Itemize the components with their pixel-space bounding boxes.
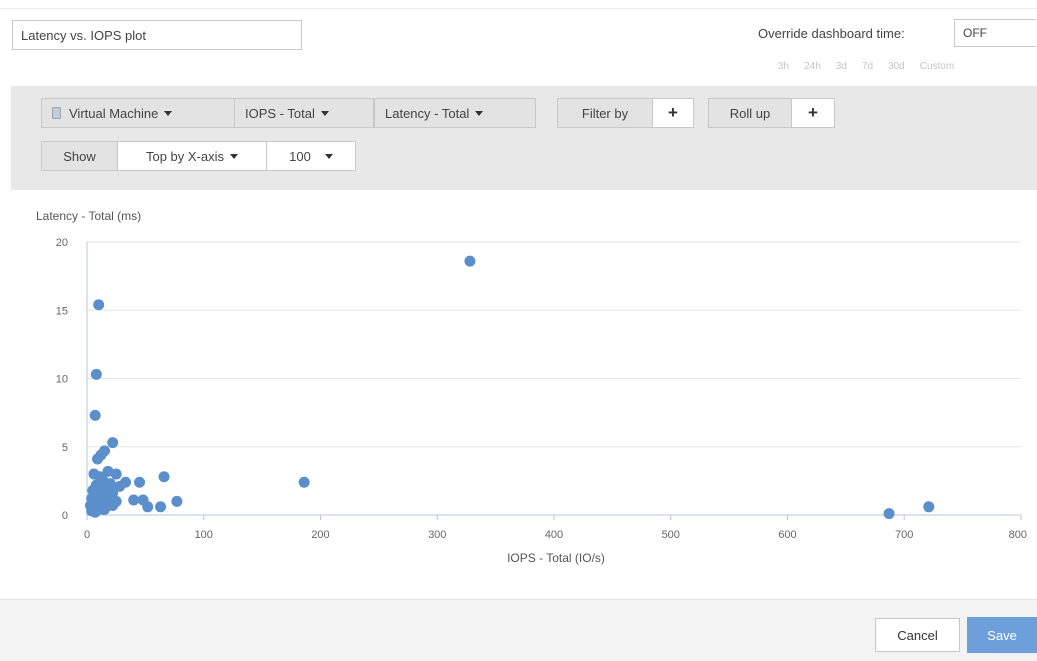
scatter-chart: Latency - Total (ms) 051015200 100 200 300 4… <box>36 209 1027 565</box>
data-point[interactable] <box>92 453 104 465</box>
y-tick-label: 10 <box>56 374 68 386</box>
override-time-toggle[interactable]: OFF <box>954 19 1036 47</box>
x-axis-title: IOPS - Total (IO/s) <box>507 551 605 565</box>
object-type-dropdown[interactable]: Virtual Machine <box>41 98 235 128</box>
x-metric-dropdown[interactable]: IOPS - Total <box>234 98 374 128</box>
time-range-3h[interactable]: 3h <box>778 61 789 72</box>
x-metric-label: IOPS - Total <box>245 105 315 121</box>
sort-mode-dropdown[interactable]: Top by X-axis <box>117 141 267 171</box>
x-tick-label: 200 <box>311 529 329 541</box>
show-label: Show <box>63 148 96 164</box>
roll-up-label: Roll up <box>729 105 771 121</box>
x-tick-label: 100 <box>195 529 213 541</box>
top-divider <box>0 8 1037 9</box>
y-tick-label: 5 <box>62 442 68 454</box>
y-metric-dropdown[interactable]: Latency - Total <box>374 98 536 128</box>
plus-icon: + <box>668 103 678 122</box>
time-range-7d[interactable]: 7d <box>862 61 873 72</box>
data-point[interactable] <box>298 476 310 488</box>
x-tick-label: 700 <box>895 529 913 541</box>
x-tick-label: 300 <box>428 529 446 541</box>
data-point[interactable] <box>158 471 170 483</box>
y-tick-label: 20 <box>56 237 68 249</box>
data-point[interactable] <box>110 468 122 480</box>
y-tick-label: 15 <box>56 305 68 317</box>
cancel-button[interactable]: Cancel <box>875 618 960 652</box>
virtual-machine-icon <box>52 107 61 119</box>
x-tick-label: 500 <box>662 529 680 541</box>
data-point[interactable] <box>134 476 146 488</box>
x-tick-label: 0 <box>84 529 90 541</box>
roll-up-button[interactable]: Roll up <box>708 98 792 128</box>
chart-axes: 051015200 100 200 300 400 500 600 700 800 <box>56 237 1027 541</box>
data-point[interactable] <box>142 501 154 513</box>
filter-by-label: Filter by <box>581 105 629 121</box>
plus-icon: + <box>808 103 818 122</box>
data-point[interactable] <box>107 437 119 449</box>
x-tick-label: 800 <box>1009 529 1027 541</box>
data-point[interactable] <box>90 368 102 380</box>
data-point[interactable] <box>89 409 101 421</box>
chevron-down-icon <box>164 110 173 116</box>
result-count-dropdown[interactable]: 100 <box>266 141 356 171</box>
sort-mode-label: Top by X-axis <box>145 148 225 164</box>
time-range-custom[interactable]: Custom <box>920 61 954 72</box>
x-tick-label: 400 <box>545 529 563 541</box>
chart-grid <box>87 241 1021 448</box>
chevron-down-icon <box>475 110 484 116</box>
chart-points <box>85 255 935 520</box>
add-roll-up-button[interactable]: + <box>791 98 835 128</box>
result-count-label: 100 <box>289 148 311 164</box>
filter-by-button[interactable]: Filter by <box>557 98 653 128</box>
data-point[interactable] <box>155 501 167 513</box>
chevron-down-icon <box>324 153 333 159</box>
time-range-3d[interactable]: 3d <box>836 61 847 72</box>
chevron-down-icon <box>320 110 329 116</box>
save-button[interactable]: Save <box>967 617 1037 653</box>
data-point[interactable] <box>923 501 935 513</box>
x-tick-label: 600 <box>778 529 796 541</box>
show-button[interactable]: Show <box>41 141 118 171</box>
data-point[interactable] <box>464 255 476 267</box>
data-point[interactable] <box>89 506 101 518</box>
data-point[interactable] <box>883 508 895 520</box>
time-range-24h[interactable]: 24h <box>804 61 821 72</box>
data-point[interactable] <box>99 504 111 516</box>
widget-title-input[interactable] <box>12 20 302 50</box>
chevron-down-icon <box>230 153 239 159</box>
y-tick-label: 0 <box>62 510 68 522</box>
add-filter-button[interactable]: + <box>652 98 694 128</box>
object-type-label: Virtual Machine <box>69 105 159 121</box>
time-range-30d[interactable]: 30d <box>888 61 905 72</box>
data-point[interactable] <box>93 299 105 311</box>
y-metric-label: Latency - Total <box>385 105 470 121</box>
data-point[interactable] <box>171 495 183 507</box>
override-time-label: Override dashboard time: <box>758 26 905 41</box>
time-range-selector: 3h 24h 3d 7d 30d Custom <box>778 61 954 72</box>
y-axis-title: Latency - Total (ms) <box>36 209 141 223</box>
